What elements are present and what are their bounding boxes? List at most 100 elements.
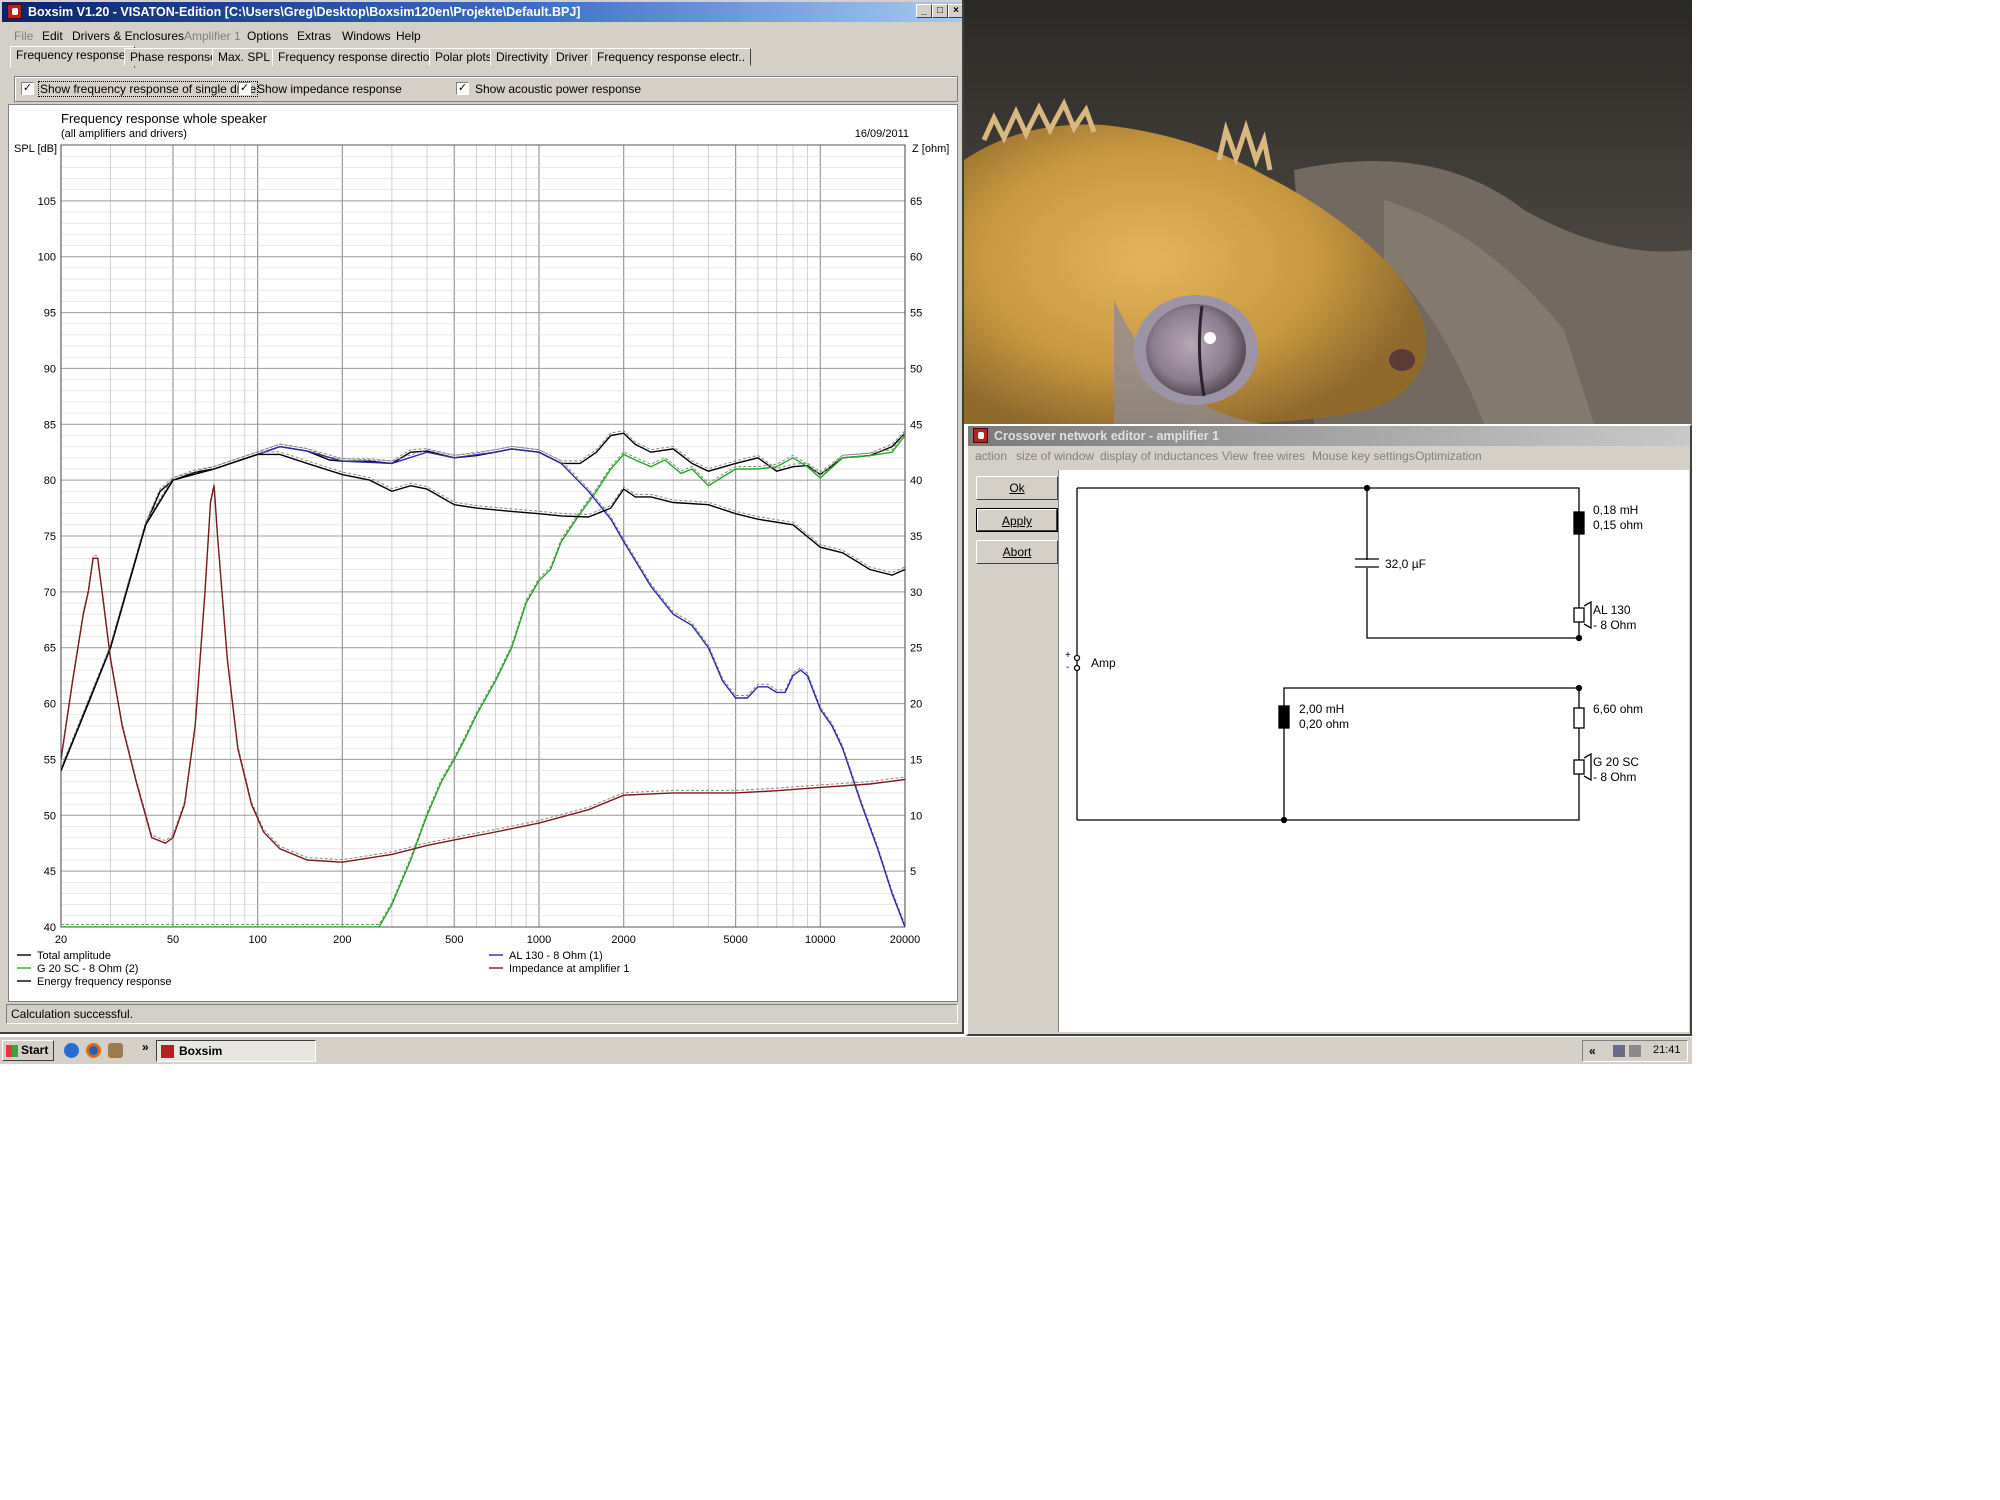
menu-free-wires[interactable]: free wires	[1253, 449, 1305, 463]
boxsim-titlebar[interactable]: Boxsim V1.20 - VISATON-Edition [C:\Users…	[2, 2, 962, 22]
crossover-titlebar[interactable]: Crossover network editor - amplifier 1	[968, 426, 1690, 446]
series-energy-frequency-response-power-line	[61, 451, 905, 769]
tab-directivity[interactable]: Directivity	[490, 48, 555, 66]
inductor1-resistance[interactable]: 0,15 ohm	[1593, 518, 1643, 532]
ok-button[interactable]: Ok	[976, 476, 1058, 500]
crossover-schematic	[1073, 484, 1592, 824]
network-icon[interactable]	[1613, 1045, 1625, 1057]
x-tick-label: 5000	[723, 934, 747, 946]
inductor2-resistance[interactable]: 0,20 ohm	[1299, 717, 1349, 731]
x-tick-label: 1000	[527, 934, 551, 946]
series-impedance-at-amplifier-1-power-line	[61, 483, 905, 861]
tool-icon[interactable]	[108, 1043, 123, 1058]
menu-file[interactable]: File	[14, 29, 33, 43]
impedance-checkbox[interactable]: ✓	[238, 82, 251, 95]
y2-tick-label: 15	[910, 754, 922, 766]
maximize-button[interactable]: □	[932, 4, 948, 18]
y2-tick-label: 55	[910, 308, 922, 320]
acoustic-power-checkbox[interactable]: ✓	[456, 82, 469, 95]
status-text: Calculation successful.	[11, 1007, 134, 1021]
driver2-impedance[interactable]: - 8 Ohm	[1593, 770, 1636, 784]
x-tick-label: 50	[167, 934, 179, 946]
boxsim-menubar: File Edit Drivers & Enclosures Amplifier…	[2, 26, 962, 46]
y-tick-label: 45	[44, 866, 56, 878]
y2-tick-label: 10	[910, 810, 922, 822]
menu-options[interactable]: Options	[247, 29, 288, 43]
status-bar: Calculation successful.	[6, 1004, 958, 1024]
series-total-amplitude-line	[61, 432, 905, 771]
menu-drivers-enclosures[interactable]: Drivers & Enclosures	[72, 29, 184, 43]
amp-minus-label: -	[1066, 662, 1070, 673]
x-tick-label: 10000	[805, 934, 836, 946]
windows-logo-icon	[6, 1045, 18, 1057]
system-tray: « 21:41	[1582, 1040, 1688, 1062]
ie-icon[interactable]	[64, 1043, 79, 1058]
driver1-name[interactable]: AL 130	[1593, 603, 1631, 617]
x-tick-label: 200	[333, 934, 351, 946]
driver1-impedance[interactable]: - 8 Ohm	[1593, 618, 1636, 632]
tab-driver[interactable]: Driver	[550, 48, 594, 66]
taskbar-boxsim-button[interactable]: Boxsim	[156, 1040, 316, 1062]
tab-frequency-response-directions[interactable]: Frequency response directions	[272, 48, 449, 66]
single-driver-checkbox[interactable]: ✓	[21, 82, 34, 95]
menu-amplifier[interactable]: Amplifier 1	[184, 29, 241, 43]
x-tick-label: 100	[248, 934, 266, 946]
tab-max-spl[interactable]: Max. SPL	[212, 48, 277, 66]
y2-tick-label: 30	[910, 587, 922, 599]
capacitor-label[interactable]: 32,0 µF	[1385, 557, 1426, 571]
menu-display-of-inductances[interactable]: display of inductances	[1100, 449, 1218, 463]
y-tick-label: 80	[44, 475, 56, 487]
tray-chevron[interactable]: «	[1589, 1044, 1596, 1058]
tab-polar-plots[interactable]: Polar plots	[429, 48, 498, 66]
frequency-response-chart: Frequency response whole speaker (all am…	[14, 111, 949, 988]
boxsim-title: Boxsim V1.20 - VISATON-Edition [C:\Users…	[28, 5, 581, 19]
quicklaunch-chevron[interactable]: »	[142, 1040, 149, 1054]
taskbar: Start » Boxsim « 21:41	[0, 1036, 1692, 1064]
menu-action[interactable]: action	[975, 449, 1007, 463]
menu-edit[interactable]: Edit	[42, 29, 63, 43]
menu-size-of-window[interactable]: size of window	[1016, 449, 1094, 463]
y-tick-label: 75	[44, 531, 56, 543]
y-tick-label: 95	[44, 308, 56, 320]
series-al-130-8-ohm-1--power-line	[61, 443, 905, 925]
gecko-image	[964, 0, 1692, 424]
tab-phase-response[interactable]: Phase response	[124, 48, 223, 66]
acoustic-power-label[interactable]: Show acoustic power response	[475, 82, 641, 96]
inductor2-value[interactable]: 2,00 mH	[1299, 702, 1344, 716]
minimize-button[interactable]: _	[916, 4, 932, 18]
inductor1-value[interactable]: 0,18 mH	[1593, 503, 1638, 517]
chart-subtitle: (all amplifiers and drivers)	[61, 128, 187, 140]
menu-windows[interactable]: Windows	[342, 29, 391, 43]
x-tick-label: 500	[445, 934, 463, 946]
impedance-label[interactable]: Show impedance response	[257, 82, 402, 96]
y2-tick-label: 60	[910, 252, 922, 264]
resistor-value[interactable]: 6,60 ohm	[1593, 702, 1643, 716]
single-driver-label[interactable]: Show frequency response of single drive	[38, 81, 259, 97]
taskbar-boxsim-label: Boxsim	[179, 1044, 223, 1058]
tab-frequency-response[interactable]: Frequency response.	[10, 46, 135, 68]
crossover-app-icon	[973, 428, 988, 443]
menu-extras[interactable]: Extras	[297, 29, 331, 43]
menu-help[interactable]: Help	[396, 29, 421, 43]
y-tick-label: 85	[44, 419, 56, 431]
boxsim-task-icon	[161, 1045, 174, 1058]
driver2-name[interactable]: G 20 SC	[1593, 755, 1639, 769]
firefox-icon[interactable]	[86, 1043, 101, 1058]
series-g-20-sc-8-ohm-2--power-line	[61, 432, 905, 925]
volume-icon[interactable]	[1629, 1045, 1641, 1057]
y2-tick-label: 50	[910, 363, 922, 375]
y2-tick-label: 20	[910, 699, 922, 711]
y2-tick-label: 5	[910, 866, 916, 878]
abort-button[interactable]: Abort	[976, 540, 1058, 564]
menu-view[interactable]: View	[1222, 449, 1248, 463]
start-button[interactable]: Start	[2, 1040, 54, 1061]
menu-mouse-key-settings[interactable]: Mouse key settings	[1312, 449, 1415, 463]
y2-tick-label: 40	[910, 475, 922, 487]
y-tick-label: 50	[44, 810, 56, 822]
tab-frequency-response-electr[interactable]: Frequency response electr..	[591, 48, 752, 66]
apply-button[interactable]: Apply	[976, 508, 1058, 532]
menu-optimization[interactable]: Optimization	[1415, 449, 1482, 463]
close-button[interactable]: ×	[948, 4, 962, 18]
amp-plus-label: +	[1065, 650, 1071, 661]
schematic-canvas[interactable]: + - Amp 32,0 µF 0,18 mH 0,15 ohm AL 130 …	[1058, 470, 1689, 1032]
